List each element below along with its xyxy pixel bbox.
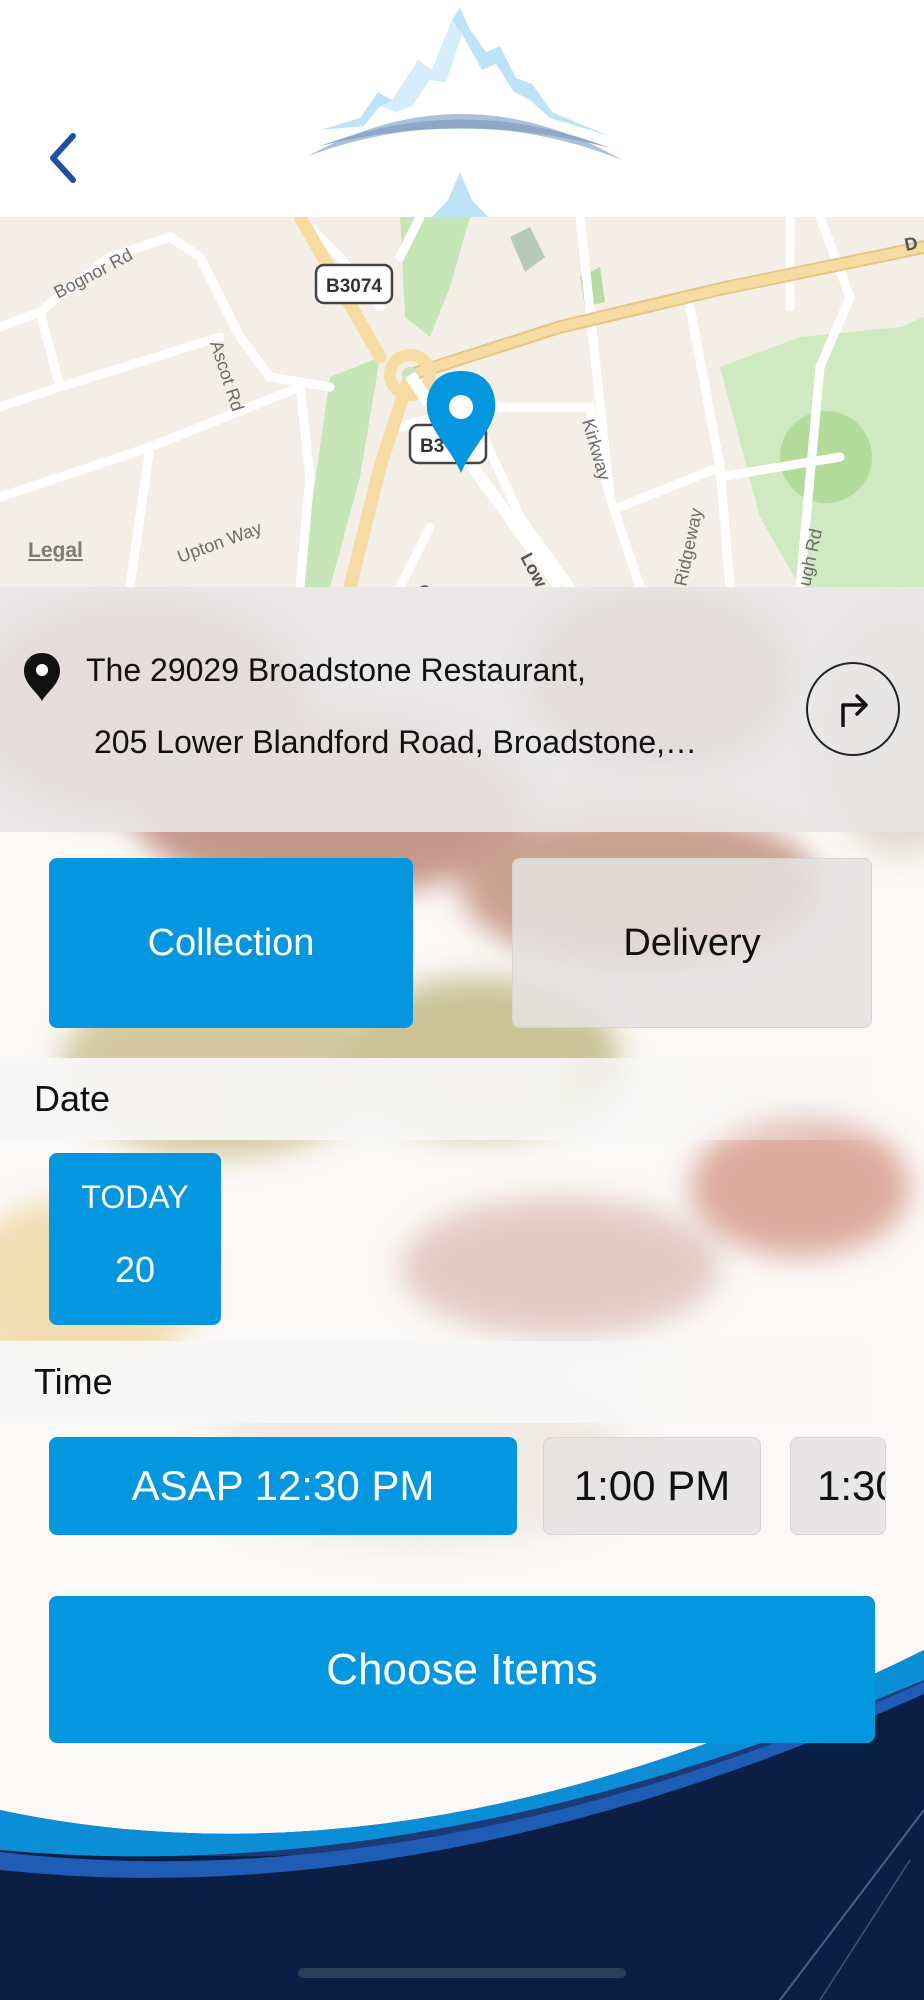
date-option-today[interactable]: TODAY 20 — [49, 1153, 221, 1325]
road-badge: B3074 — [326, 276, 382, 297]
back-button[interactable] — [38, 128, 88, 188]
road-label: D — [903, 233, 920, 255]
road-label: Ascot Rd — [206, 338, 248, 414]
date-section-title: Date — [34, 1078, 111, 1119]
address-line-1: The 29029 Broadstone Restaurant, — [86, 652, 586, 688]
home-indicator[interactable] — [298, 1968, 626, 1978]
date-section-header — [0, 1058, 924, 1140]
chevron-left-icon — [50, 133, 76, 183]
time-section-header — [0, 1341, 924, 1423]
address-line-2: 205 Lower Blandford Road, Broadstone,… — [94, 724, 698, 760]
address-panel — [0, 587, 924, 832]
road-label: Bognor Rd — [50, 244, 135, 302]
date-option-day: 20 — [114, 1249, 156, 1290]
choose-items-button[interactable]: Choose Items — [49, 1596, 875, 1743]
delivery-button[interactable]: Delivery — [512, 858, 872, 1028]
road-label: Ridgeway — [670, 506, 706, 587]
time-slot[interactable]: ASAP 12:30 PM — [49, 1437, 517, 1535]
location-map[interactable]: Bognor Rd Ascot Rd Upton Way Kirkway Rid… — [0, 217, 924, 587]
map-legal-link[interactable]: Legal — [28, 539, 83, 563]
time-slot[interactable]: 1:30 — [790, 1437, 886, 1535]
directions-button[interactable] — [806, 662, 900, 756]
road-label: Upton Way — [175, 518, 265, 567]
date-option-label: TODAY — [81, 1179, 189, 1215]
app-header — [0, 0, 924, 217]
collection-button[interactable]: Collection — [49, 858, 413, 1028]
location-pin-icon — [24, 653, 60, 701]
brand-logo — [308, 8, 622, 217]
time-slot[interactable]: 1:00 PM — [543, 1437, 761, 1535]
time-section-title: Time — [34, 1361, 113, 1402]
turn-right-arrow-icon — [841, 694, 868, 727]
